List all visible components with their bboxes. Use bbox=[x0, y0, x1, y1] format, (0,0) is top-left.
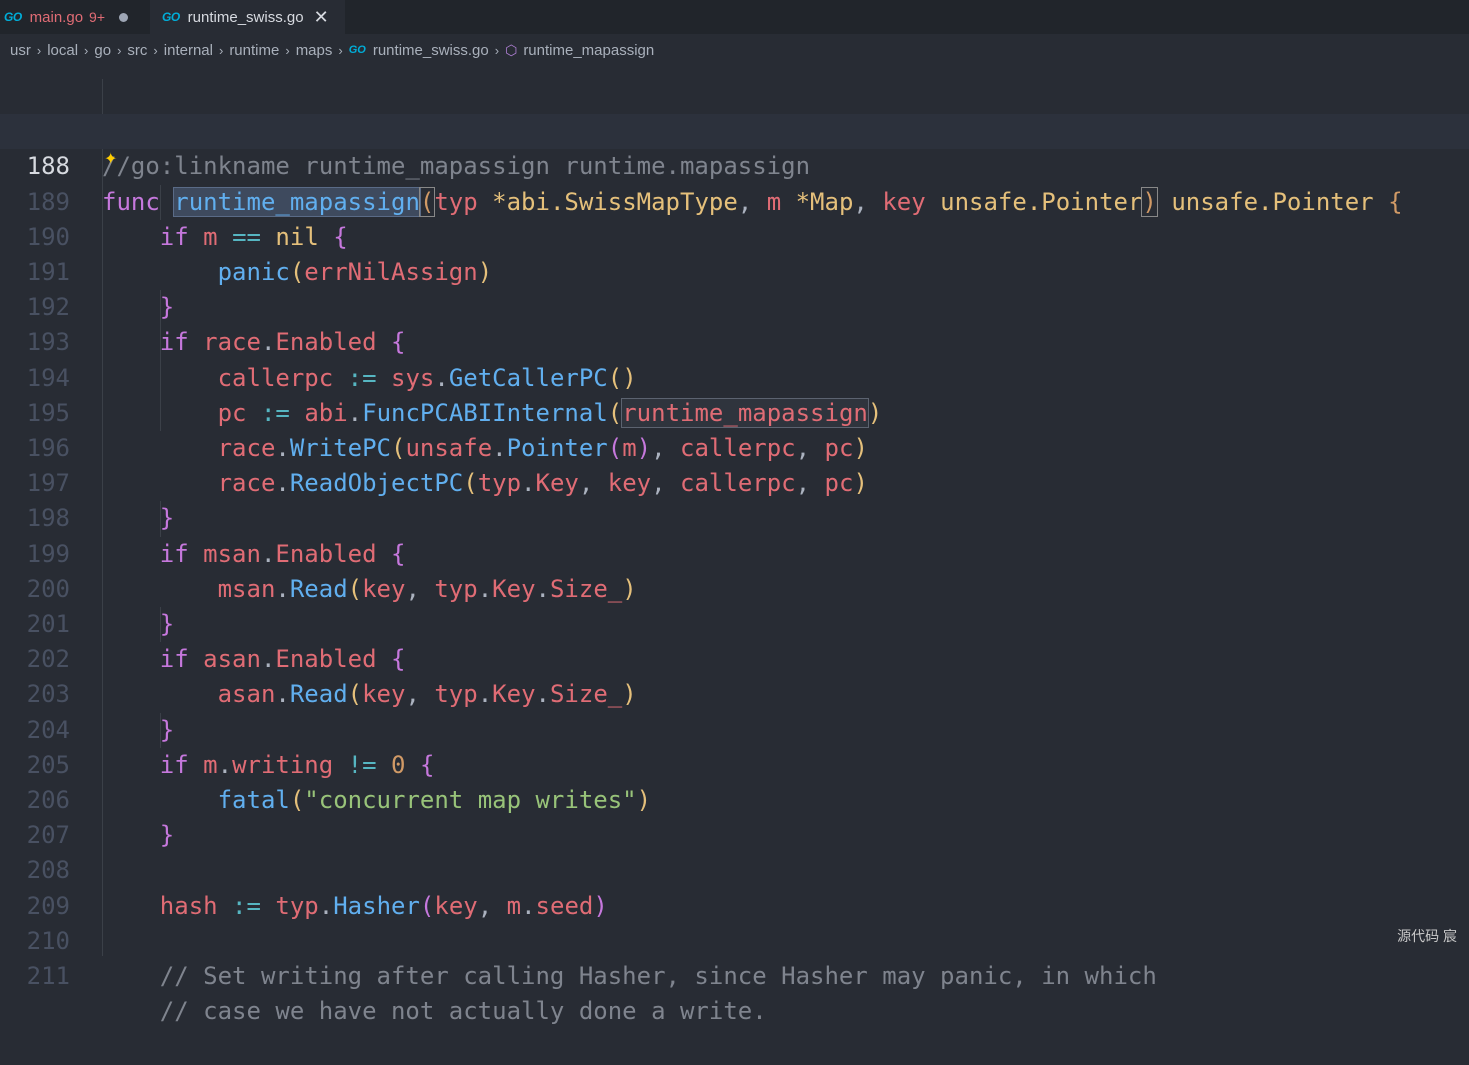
chevron-right-icon: › bbox=[84, 42, 89, 58]
comment: // Set writing after calling Hasher, sin… bbox=[159, 962, 1157, 990]
go-icon: GO bbox=[348, 44, 366, 56]
code-line[interactable]: 199 msan.Read(key, typ.Key.Size_) bbox=[0, 501, 1469, 603]
code-line[interactable]: 193 callerpc := sys.GetCallerPC() bbox=[0, 290, 1469, 391]
lightbulb-sparkle-icon[interactable]: ✦ bbox=[104, 149, 117, 169]
chevron-right-icon: › bbox=[494, 42, 500, 58]
code-line[interactable]: 187 //go:linkname runtime_mapassign runt… bbox=[0, 79, 1469, 180]
code-line[interactable]: 210 // Set writing after calling Hasher,… bbox=[0, 889, 1469, 990]
tab-runtime-swiss-go[interactable]: GO runtime_swiss.go ✕ bbox=[150, 0, 345, 34]
code-line[interactable]: 191 } bbox=[0, 220, 1469, 321]
code-line[interactable]: 201 if asan.Enabled { bbox=[0, 572, 1469, 673]
breadcrumb-item[interactable]: internal bbox=[164, 42, 213, 59]
line-number: 211 bbox=[26, 962, 70, 990]
breadcrumb-symbol[interactable]: runtime_mapassign bbox=[523, 42, 654, 59]
breadcrumb-item[interactable]: maps bbox=[296, 42, 333, 59]
go-icon: GO bbox=[162, 10, 180, 24]
go-icon: GO bbox=[4, 10, 22, 24]
code-line[interactable]: 195 race.WritePC(unsafe.Pointer(m), call… bbox=[0, 361, 1469, 462]
chevron-right-icon: › bbox=[338, 42, 343, 58]
tab-bar: GO main.go 9+ GO runtime_swiss.go ✕ bbox=[0, 0, 1469, 34]
code-line[interactable]: 194 pc := abi.FuncPCABIInternal(runtime_… bbox=[0, 325, 1469, 428]
indent-guide bbox=[160, 501, 161, 537]
chevron-right-icon: › bbox=[117, 42, 122, 58]
code-line[interactable]: 205 fatal("concurrent map writes") bbox=[0, 713, 1469, 814]
breadcrumb-item[interactable]: runtime bbox=[229, 42, 279, 59]
code-line[interactable]: 198 if msan.Enabled { bbox=[0, 466, 1469, 567]
code-editor[interactable]: 187 //go:linkname runtime_mapassign runt… bbox=[0, 79, 1469, 1025]
chevron-right-icon: › bbox=[153, 42, 158, 58]
code-line[interactable]: 189 if m == nil { bbox=[0, 149, 1469, 251]
chevron-right-icon: › bbox=[218, 42, 224, 58]
indent-guide bbox=[160, 290, 161, 431]
problems-badge: 9+ bbox=[89, 9, 106, 25]
code-line[interactable]: 197 } bbox=[0, 431, 1469, 532]
indent-guide bbox=[160, 607, 161, 643]
code-line[interactable]: 206 } bbox=[0, 748, 1469, 849]
tab-main-go[interactable]: GO main.go 9+ bbox=[0, 0, 150, 34]
code-line[interactable]: 211 // case we have not actually done a … bbox=[0, 924, 1469, 1025]
close-icon[interactable]: ✕ bbox=[314, 8, 329, 26]
code-line-current[interactable]: 188 func runtime_mapassign(typ *abi.Swis… bbox=[0, 114, 1469, 217]
unsaved-dot-icon[interactable] bbox=[119, 12, 129, 22]
indent-guide bbox=[160, 184, 161, 220]
breadcrumb-file[interactable]: runtime_swiss.go bbox=[373, 42, 489, 59]
indent-guide bbox=[160, 712, 161, 748]
chevron-right-icon: › bbox=[36, 42, 42, 58]
chevron-right-icon: › bbox=[285, 42, 290, 58]
breadcrumb-item[interactable]: src bbox=[127, 42, 147, 59]
code-line[interactable]: 192 if race.Enabled { bbox=[0, 255, 1469, 356]
breadcrumb-item[interactable]: go bbox=[94, 42, 111, 59]
symbol-method-icon: ⬡ bbox=[505, 41, 518, 58]
code-line[interactable]: 200 } bbox=[0, 537, 1469, 638]
code-line[interactable]: 208 hash := typ.Hasher(key, m.seed) bbox=[0, 818, 1469, 919]
code-line[interactable]: 190 panic(errNilAssign) bbox=[0, 185, 1469, 286]
code-line[interactable]: 207 bbox=[0, 783, 1469, 849]
comment: // case we have not actually done a writ… bbox=[159, 997, 767, 1026]
code-line[interactable]: 202 asan.Read(key, typ.Key.Size_) bbox=[0, 607, 1469, 708]
tab-label: main.go bbox=[29, 8, 84, 26]
watermark: 源代码 宸 bbox=[1397, 928, 1457, 944]
breadcrumb-item[interactable]: local bbox=[47, 42, 78, 59]
breadcrumb-item[interactable]: usr bbox=[10, 42, 31, 59]
code-line[interactable]: 209 bbox=[0, 853, 1469, 920]
code-line[interactable]: 203 } bbox=[0, 642, 1469, 743]
code-line[interactable]: 204 if m.writing != 0 { bbox=[0, 677, 1469, 779]
tab-label: runtime_swiss.go bbox=[187, 8, 304, 26]
breadcrumb: usr › local › go › src › internal › runt… bbox=[0, 34, 1469, 66]
code-line[interactable]: 196 race.ReadObjectPC(typ.Key, key, call… bbox=[0, 396, 1469, 497]
